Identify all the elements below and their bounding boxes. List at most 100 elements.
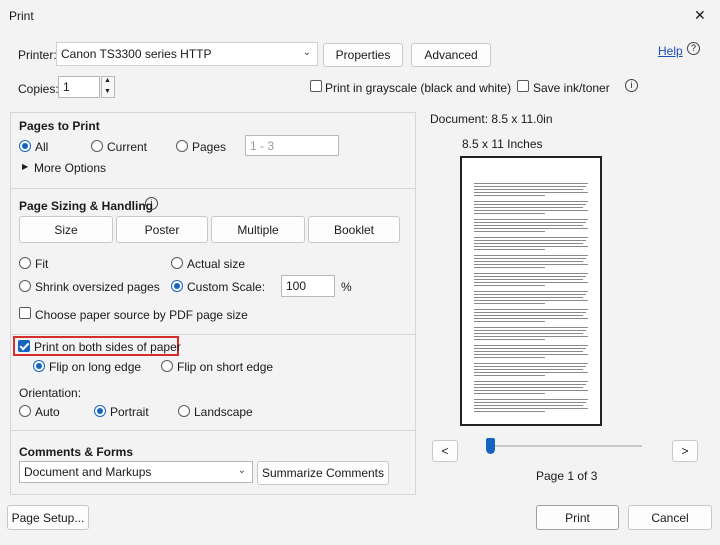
preview-text-line: [474, 336, 588, 337]
info-icon[interactable]: i: [625, 79, 638, 92]
auto-radio[interactable]: [19, 405, 31, 417]
page-preview-text: [474, 183, 588, 418]
preview-text-line: [474, 192, 588, 193]
grayscale-label: Print in grayscale (black and white): [325, 81, 512, 95]
triangle-right-icon[interactable]: ▶: [22, 162, 28, 171]
copies-stepper[interactable]: ▲ ▼: [101, 76, 115, 98]
all-label: All: [35, 140, 49, 154]
actual-size-label: Actual size: [187, 257, 246, 271]
printer-select[interactable]: Canon TS3300 series HTTP ⌄: [56, 42, 318, 66]
pages-to-print-section: Pages to Print All Current Pages 1 - 3 ▶…: [10, 112, 416, 188]
page-size-label: 8.5 x 11 Inches: [462, 137, 543, 151]
grayscale-checkbox[interactable]: [310, 80, 322, 92]
chevron-down-icon: ⌄: [302, 47, 311, 58]
cancel-button[interactable]: Cancel: [628, 505, 712, 530]
printer-select-value: Canon TS3300 series HTTP: [61, 47, 212, 61]
custom-scale-value: 100: [286, 279, 307, 293]
advanced-button[interactable]: Advanced: [411, 43, 491, 67]
paper-source-checkbox[interactable]: [19, 307, 31, 319]
preview-text-line: [474, 189, 584, 190]
preview-text-line: [474, 369, 584, 370]
landscape-radio[interactable]: [178, 405, 190, 417]
pages-range-input[interactable]: 1 - 3: [245, 135, 339, 156]
page-slider-thumb[interactable]: [486, 438, 495, 454]
preview-text-line: [474, 222, 586, 223]
custom-scale-label: Custom Scale:: [187, 280, 266, 294]
preview-text-line: [474, 273, 588, 274]
properties-button[interactable]: Properties: [323, 43, 403, 67]
page-preview: [460, 156, 602, 426]
preview-text-line: [474, 219, 588, 220]
preview-text-line: [474, 204, 586, 205]
portrait-radio[interactable]: [94, 405, 106, 417]
preview-text-line: [474, 309, 588, 310]
preview-text-line: [474, 276, 586, 277]
preview-text-line: [474, 357, 545, 358]
more-options-link[interactable]: More Options: [34, 161, 106, 175]
printer-label: Printer:: [18, 48, 57, 62]
current-label: Current: [107, 140, 148, 154]
fit-radio[interactable]: [19, 257, 31, 269]
preview-text-line: [474, 405, 584, 406]
print-button[interactable]: Print: [536, 505, 619, 530]
size-tab[interactable]: Size: [19, 216, 113, 243]
title-bar: Print ✕: [0, 0, 720, 30]
preview-text-line: [474, 183, 588, 184]
save-ink-label: Save ink/toner: [533, 81, 610, 95]
custom-scale-radio[interactable]: [171, 280, 183, 292]
preview-text-line: [474, 399, 588, 400]
both-sides-checkbox[interactable]: [18, 340, 30, 352]
preview-text-line: [474, 207, 584, 208]
preview-text-line: [474, 402, 586, 403]
current-radio[interactable]: [91, 140, 103, 152]
preview-text-line: [474, 366, 586, 367]
pages-radio[interactable]: [176, 140, 188, 152]
comments-select-value: Document and Markups: [24, 465, 152, 479]
stepper-down-icon[interactable]: ▼: [104, 88, 111, 95]
pages-range-value: 1 - 3: [250, 138, 275, 153]
preview-text-line: [474, 333, 584, 334]
copies-input[interactable]: 1: [58, 76, 100, 98]
preview-text-line: [474, 231, 545, 232]
preview-text-line: [474, 279, 584, 280]
all-radio[interactable]: [19, 140, 31, 152]
long-edge-radio[interactable]: [33, 360, 45, 372]
booklet-tab[interactable]: Booklet: [308, 216, 400, 243]
preview-text-line: [474, 267, 545, 268]
custom-scale-input[interactable]: 100: [281, 275, 335, 297]
help-link[interactable]: Help: [658, 44, 683, 58]
fit-label: Fit: [35, 257, 49, 271]
previous-page-button[interactable]: <: [432, 440, 458, 462]
next-page-button[interactable]: >: [672, 440, 698, 462]
preview-text-line: [474, 393, 545, 394]
shrink-radio[interactable]: [19, 280, 31, 292]
preview-text-line: [474, 201, 588, 202]
preview-text-line: [474, 264, 588, 265]
long-edge-label: Flip on long edge: [49, 360, 142, 374]
help-icon[interactable]: ?: [687, 42, 700, 55]
short-edge-label: Flip on short edge: [177, 360, 274, 374]
summarize-comments-button[interactable]: Summarize Comments: [257, 461, 389, 485]
preview-text-line: [474, 294, 586, 295]
preview-text-line: [474, 384, 586, 385]
poster-tab[interactable]: Poster: [116, 216, 208, 243]
close-icon[interactable]: ✕: [694, 7, 706, 24]
save-ink-checkbox[interactable]: [517, 80, 529, 92]
page-status: Page 1 of 3: [536, 469, 598, 483]
page-slider-track[interactable]: [486, 445, 642, 447]
preview-text-line: [474, 237, 588, 238]
preview-text-line: [474, 411, 545, 412]
info-icon[interactable]: i: [145, 197, 158, 210]
multiple-tab[interactable]: Multiple: [211, 216, 305, 243]
window-title: Print: [9, 9, 34, 23]
comments-select[interactable]: Document and Markups ⌄: [19, 461, 253, 483]
pages-to-print-title: Pages to Print: [19, 119, 100, 133]
shrink-label: Shrink oversized pages: [35, 280, 160, 294]
preview-text-line: [474, 228, 588, 229]
preview-panel: Document: 8.5 x 11.0in 8.5 x 11 Inches <…: [420, 112, 710, 495]
page-setup-button[interactable]: Page Setup...: [7, 505, 89, 530]
stepper-up-icon[interactable]: ▲: [104, 77, 111, 84]
short-edge-radio[interactable]: [161, 360, 173, 372]
auto-label: Auto: [35, 405, 60, 419]
actual-size-radio[interactable]: [171, 257, 183, 269]
